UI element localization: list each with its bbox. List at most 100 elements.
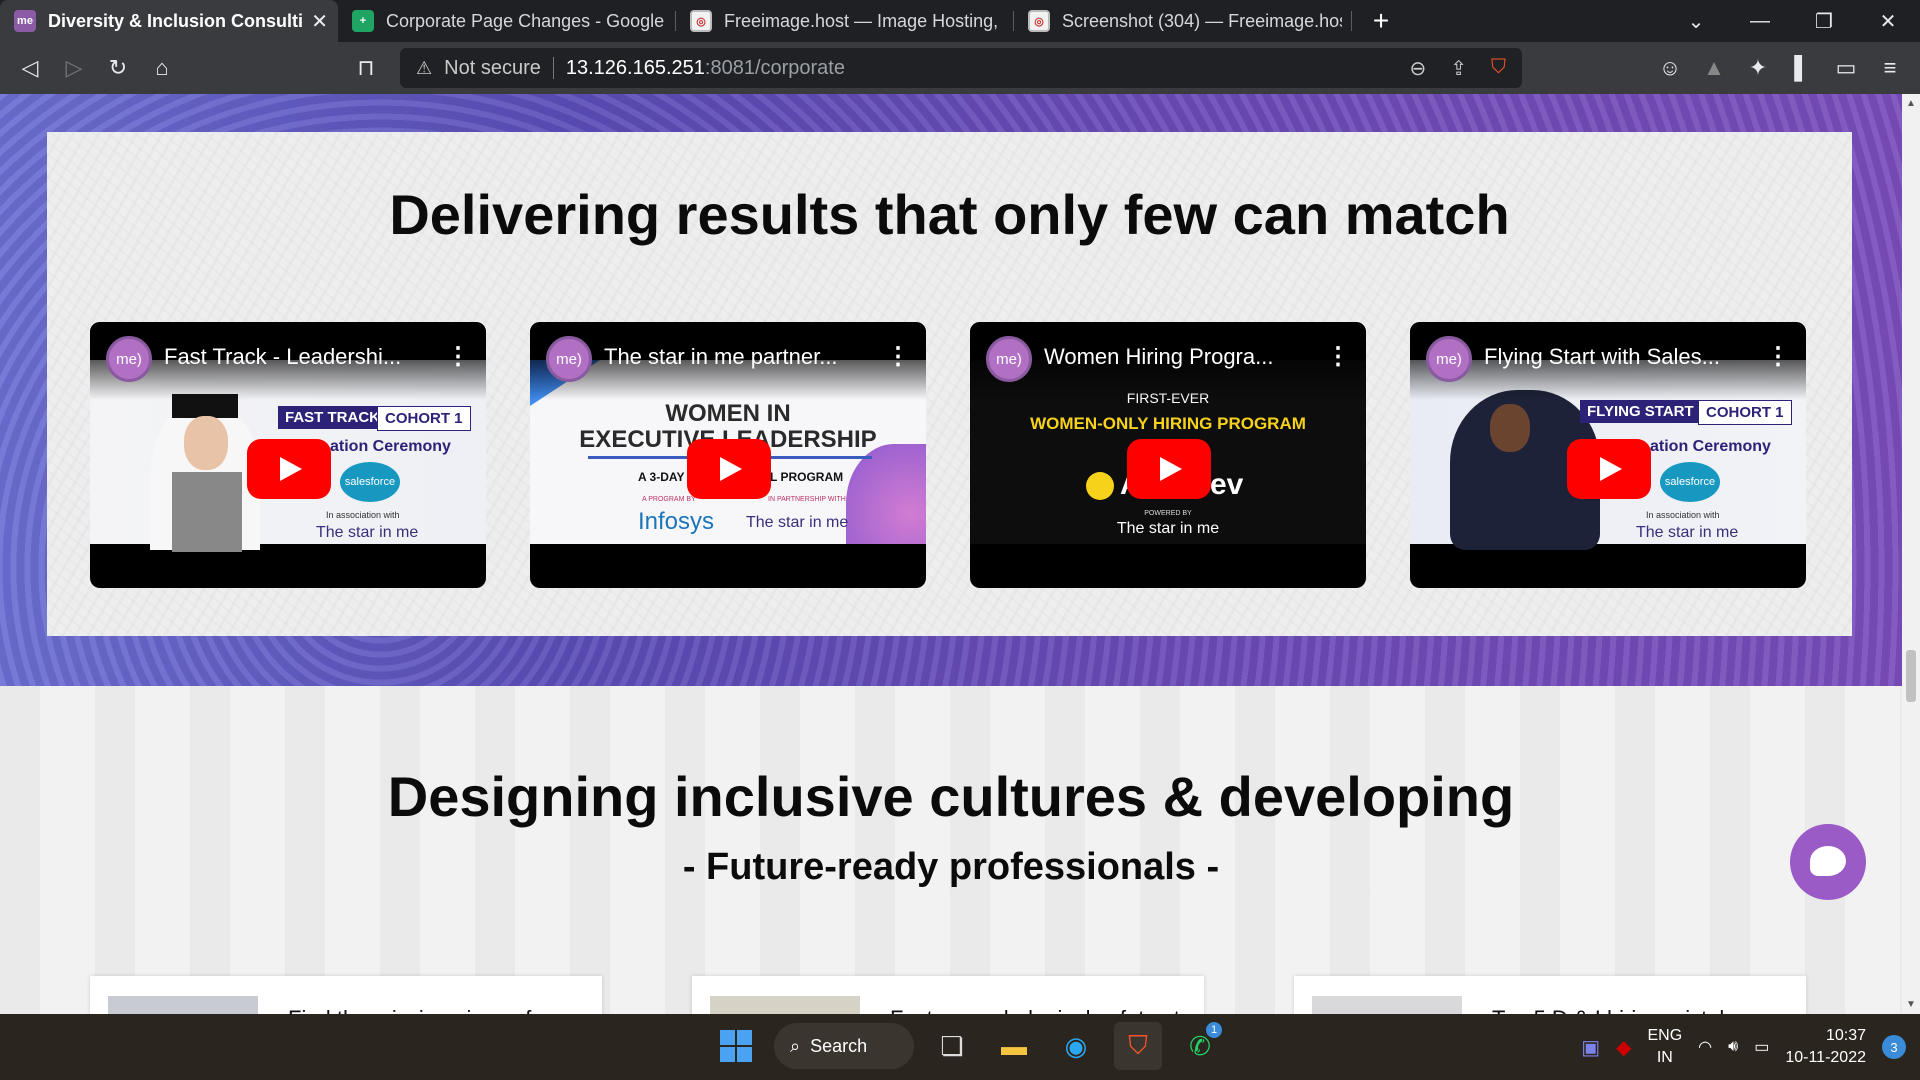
thumb-text: L PROGRAM bbox=[770, 470, 844, 484]
article-title[interactable]: Find the missing piece of bbox=[288, 1006, 586, 1014]
thumb-badge: COHORT 1 bbox=[1698, 400, 1792, 425]
search-icon: ⌕ bbox=[790, 1035, 801, 1056]
thumb-text: WOMEN IN bbox=[665, 400, 791, 427]
close-window-button[interactable]: ✕ bbox=[1856, 0, 1920, 42]
extensions-icon[interactable]: ✦ bbox=[1736, 46, 1780, 90]
scroll-up-icon[interactable]: ▲ bbox=[1906, 98, 1916, 109]
tab-title: Freeimage.host — Image Hosting, Upl bbox=[724, 10, 1004, 31]
rewards-icon[interactable]: ▲ bbox=[1692, 46, 1736, 90]
zoom-icon[interactable]: ⊖ bbox=[1409, 56, 1426, 81]
wallet-icon[interactable]: ▭ bbox=[1824, 46, 1868, 90]
thumb-text: A 3-DAY bbox=[638, 470, 685, 484]
sidebar-icon[interactable]: ▌ bbox=[1780, 46, 1824, 90]
reload-icon[interactable]: ↻ bbox=[96, 46, 140, 90]
language-code: ENG bbox=[1647, 1027, 1683, 1044]
video-title[interactable]: Fast Track - Leadershi... bbox=[164, 336, 438, 370]
tab-screenshot-304[interactable]: ◎ Screenshot (304) — Freeimage.host bbox=[1014, 0, 1352, 42]
thumb-text: ation Ceremony bbox=[330, 438, 451, 455]
scrollbar-thumb[interactable] bbox=[1906, 650, 1916, 702]
article-title[interactable]: Top 5 D & I hiring mistakes bbox=[1492, 1006, 1790, 1014]
star-in-me-logo: The star in me bbox=[316, 524, 419, 541]
article-image bbox=[710, 996, 860, 1014]
video-embed-star-partner[interactable]: WOMEN IN EXECUTIVE LEADERSHIP A 3-DAY L … bbox=[530, 322, 926, 588]
page-scrollbar[interactable]: ▲ ▼ bbox=[1902, 94, 1920, 1014]
start-button[interactable] bbox=[712, 1022, 760, 1070]
battery-icon[interactable]: ▭ bbox=[1754, 1037, 1769, 1057]
me-favicon-icon: me bbox=[14, 10, 36, 32]
region-code: IN bbox=[1656, 1049, 1673, 1066]
more-options-icon[interactable]: ⋮ bbox=[886, 336, 910, 371]
thumb-text: WOMEN-ONLY HIRING PROGRAM bbox=[1030, 414, 1306, 433]
windows-taskbar: ⌕ Search ❏ ▬ ◉ ⛉ ✆ 1 ▣ ◆ ENG IN ◠ 🔊︎ ▭ 1… bbox=[0, 1014, 1920, 1080]
system-clock[interactable]: 10:37 10-11-2022 bbox=[1785, 1025, 1866, 1069]
more-options-icon[interactable]: ⋮ bbox=[1766, 336, 1790, 371]
video-embed-fast-track[interactable]: FAST TRACK COHORT 1 ation Ceremony sales… bbox=[90, 322, 486, 588]
task-view-icon[interactable]: ❏ bbox=[928, 1022, 976, 1070]
results-panel: Delivering results that only few can mat… bbox=[47, 132, 1852, 636]
article-card[interactable]: Top 5 D & I hiring mistakes bbox=[1294, 976, 1806, 1014]
page-viewport: Delivering results that only few can mat… bbox=[0, 94, 1902, 1014]
bookmark-icon[interactable]: ⊓ bbox=[344, 46, 388, 90]
forward-icon[interactable]: ▷ bbox=[52, 46, 96, 90]
volume-icon[interactable]: 🔊︎ bbox=[1728, 1038, 1738, 1056]
wifi-icon[interactable]: ◠ bbox=[1698, 1037, 1712, 1057]
thumb-text: In association with bbox=[1646, 510, 1720, 520]
tab-diversity-inclusion[interactable]: me Diversity & Inclusion Consulting a ✕ bbox=[0, 0, 338, 42]
home-icon[interactable]: ⌂ bbox=[140, 46, 184, 90]
video-title[interactable]: Women Hiring Progra... bbox=[1044, 336, 1318, 370]
youtube-play-button[interactable] bbox=[1127, 439, 1211, 499]
file-explorer-icon[interactable]: ▬ bbox=[990, 1022, 1038, 1070]
minimize-button[interactable]: — bbox=[1728, 0, 1792, 42]
video-title[interactable]: Flying Start with Sales... bbox=[1484, 336, 1758, 370]
thumb-text: ation Ceremony bbox=[1650, 438, 1771, 455]
new-tab-button[interactable]: + bbox=[1352, 0, 1410, 42]
youtube-play-button[interactable] bbox=[1567, 439, 1651, 499]
restore-button[interactable]: ❐ bbox=[1792, 0, 1856, 42]
youtube-play-button[interactable] bbox=[247, 439, 331, 499]
share-icon[interactable]: ⇪ bbox=[1450, 56, 1467, 81]
star-in-me-logo: The star in me bbox=[1116, 520, 1220, 537]
results-section: Delivering results that only few can mat… bbox=[0, 94, 1902, 686]
tab-title: Diversity & Inclusion Consulting a bbox=[48, 10, 304, 31]
chat-widget-button[interactable] bbox=[1790, 824, 1866, 900]
more-options-icon[interactable]: ⋮ bbox=[1326, 336, 1350, 371]
channel-avatar[interactable]: me) bbox=[106, 336, 152, 382]
profile-avatar-icon[interactable]: ☺ bbox=[1648, 46, 1692, 90]
url-path: :8081/corporate bbox=[704, 56, 845, 79]
brave-browser-icon[interactable]: ⛉ bbox=[1114, 1022, 1162, 1070]
channel-avatar[interactable]: me) bbox=[546, 336, 592, 382]
thumb-badge: COHORT 1 bbox=[377, 406, 471, 431]
star-in-me-logo: The star in me bbox=[746, 514, 849, 531]
video-embed-women-hiring[interactable]: FIRST-EVER WOMEN-ONLY HIRING PROGRAM A e… bbox=[970, 322, 1366, 588]
section-subheading: - Future-ready professionals - bbox=[682, 846, 1220, 888]
channel-avatar[interactable]: me) bbox=[1426, 336, 1472, 382]
video-embed-flying-start[interactable]: FLYING START COHORT 1 ation Ceremony sal… bbox=[1410, 322, 1806, 588]
article-card[interactable]: Foster psychological safety at bbox=[692, 976, 1204, 1014]
security-status: Not secure bbox=[444, 56, 541, 79]
warning-icon: ⚠ bbox=[416, 57, 433, 78]
language-indicator[interactable]: ENG IN bbox=[1647, 1025, 1682, 1069]
taskbar-search[interactable]: ⌕ Search bbox=[774, 1023, 914, 1069]
youtube-play-button[interactable] bbox=[687, 439, 771, 499]
article-card[interactable]: Find the missing piece of bbox=[90, 976, 602, 1014]
video-title[interactable]: The star in me partner... bbox=[604, 336, 878, 370]
address-bar[interactable]: ⚠ Not secure 13.126.165.251 :8081/corpor… bbox=[400, 48, 1522, 88]
teams-icon[interactable]: ▣ bbox=[1581, 1035, 1600, 1060]
back-icon[interactable]: ◁ bbox=[8, 46, 52, 90]
brave-shield-icon[interactable]: ⛉ bbox=[1491, 56, 1506, 81]
safari-icon[interactable]: ◉ bbox=[1052, 1022, 1100, 1070]
mcafee-icon[interactable]: ◆ bbox=[1616, 1035, 1631, 1060]
article-title[interactable]: Foster psychological safety at bbox=[890, 1006, 1188, 1014]
tab-search-chevron-icon[interactable]: ⌄ bbox=[1664, 0, 1728, 42]
more-options-icon[interactable]: ⋮ bbox=[446, 336, 470, 371]
menu-icon[interactable]: ≡ bbox=[1868, 46, 1912, 90]
thumb-badge: FAST TRACK bbox=[278, 406, 387, 429]
channel-avatar[interactable]: me) bbox=[986, 336, 1032, 382]
notification-badge[interactable]: 3 bbox=[1882, 1035, 1906, 1059]
scroll-down-icon[interactable]: ▼ bbox=[1906, 999, 1916, 1010]
close-tab-icon[interactable]: ✕ bbox=[311, 9, 328, 34]
whatsapp-icon[interactable]: ✆ 1 bbox=[1176, 1022, 1224, 1070]
tab-freeimage-host[interactable]: ◎ Freeimage.host — Image Hosting, Upl bbox=[676, 0, 1014, 42]
tab-corporate-page-changes[interactable]: + Corporate Page Changes - Google She bbox=[338, 0, 676, 42]
search-label: Search bbox=[810, 1035, 868, 1056]
